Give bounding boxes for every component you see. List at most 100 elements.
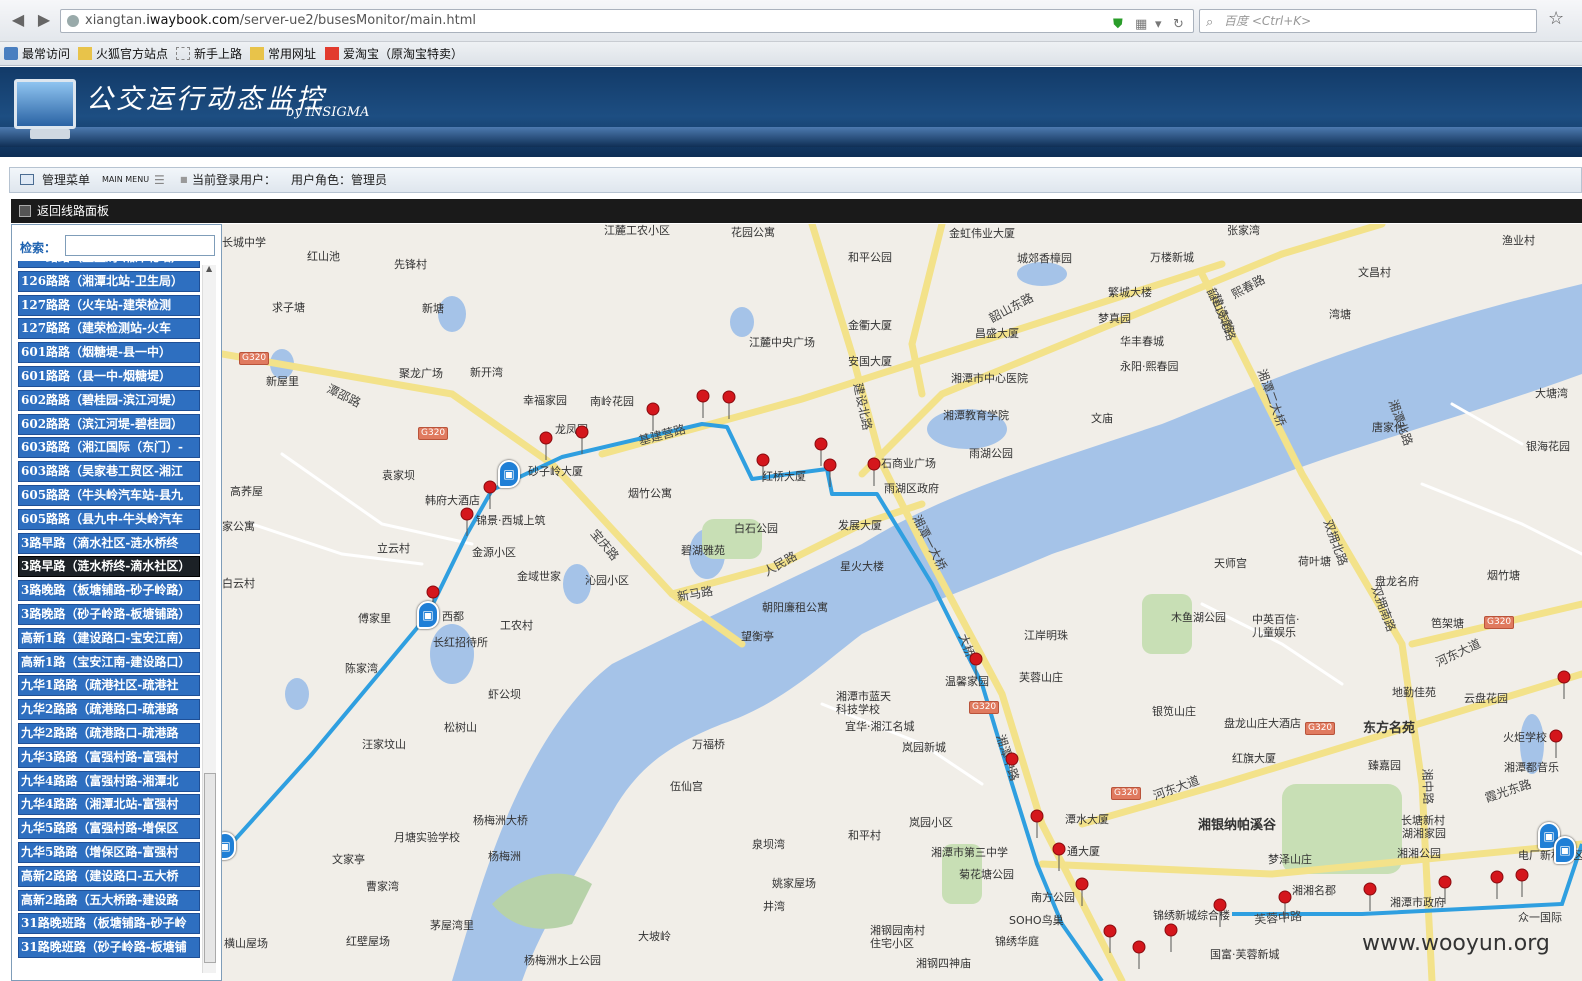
shield-icon[interactable]: ⛊ [1113,14,1123,36]
route-item[interactable]: 九华2路路（疏港路口-疏港路 [18,723,200,744]
route-item[interactable]: 高新1路（宝安江南-建设路口） [18,651,200,673]
place-label: 湘潭市政府 [1390,896,1445,909]
place-label: SOHO鸟巢 [1009,914,1064,927]
route-item[interactable]: 127路路（火车站-建荣检测 [18,294,200,316]
place-label: 大塘湾 [1535,387,1568,400]
route-item[interactable]: 九华2路路（疏港路口-疏港路 [18,699,200,721]
search-label: 检索： [20,241,57,255]
back-to-routes-label[interactable]: 返回线路面板 [37,199,109,223]
route-item[interactable]: 九华4路路（湘潭北站-富强村 [18,794,200,816]
map-canvas[interactable]: 长城中学 江麓工农小区 花园公寓 金虹伟业大厦 张家湾 渔业村 红山池 和平公园… [222,224,1582,981]
route-item[interactable]: 3路早路（滴水社区-涟水桥终 [18,532,200,554]
route-item[interactable]: 九华4路路（富强村路-湘潭北 [18,770,200,792]
route-item[interactable]: 九华5路路（增保区路-富强村 [18,842,200,863]
globe-icon [67,15,79,27]
bookmark-aitaobao[interactable]: 爱淘宝（原淘宝特卖） [325,46,463,62]
menu-icon[interactable] [20,174,34,185]
place-label: 南方公园 [1031,891,1075,904]
route-item[interactable]: 九华5路路（富强村路-增保区 [18,818,200,840]
bookmark-folder-icon [4,47,18,60]
route-item[interactable]: 九华3路路（富强村路-富强村 [18,746,200,768]
route-item[interactable]: 31路晚班路（砂子岭路-板塘铺 [18,937,200,959]
route-list: 126路路（卫生局-湘潭北站） 126路路（湘潭北站-卫生局）127路路（火车站-… [18,261,200,979]
bookmark-firefox-site[interactable]: 火狐官方站点 [78,46,168,62]
bus-location-icon[interactable]: ▣ [1554,836,1576,864]
route-item[interactable]: 3路晚路（砂子岭路-板塘铺路） [18,604,200,625]
route-list-scrollbar[interactable]: ▲ [202,264,216,973]
place-label: 泉坝湾 [752,838,785,851]
route-item[interactable]: 高新2路路（建设路口-五大桥 [18,865,200,887]
scroll-thumb[interactable] [204,773,216,963]
place-label: 中英百信·儿童娱乐 [1252,613,1300,639]
bookmark-common-sites[interactable]: 常用网址 [250,46,316,62]
place-label: 陈家湾 [345,662,378,675]
url-prefix: xiangtan. [85,13,147,28]
bus-location-icon[interactable]: ▣ [417,601,439,629]
bookmarks-bar: 最常访问 火狐官方站点 新手上路 常用网址 爱淘宝（原淘宝特卖） [0,42,1582,66]
list-icon[interactable]: ☰ [154,168,165,192]
place-label: 岚园新城 [902,741,946,754]
route-item[interactable]: 3路早路（涟水桥终-滴水社区） [18,556,200,578]
qrcode-icon[interactable]: ▦ [1135,14,1147,36]
route-item[interactable]: 603路路（湘江国际（东门）- [18,437,200,459]
route-item[interactable]: 高新2路路（五大桥路-建设路 [18,889,200,911]
place-label: 龙凤园 [555,423,588,436]
route-item[interactable]: 九华1路路（疏港社区-疏港社 [18,675,200,697]
place-label: 西都 [442,610,464,623]
place-label: 红山池 [307,250,340,263]
place-label: 月塘实验学校 [394,831,460,844]
place-label: 望衡亭 [741,630,774,643]
place-label: 杨梅洲水上公园 [524,954,601,967]
route-search-input[interactable] [65,235,215,256]
app-subtitle: by INSIGMA [286,105,370,120]
place-label: 湖湘家园 [1402,827,1446,840]
route-item[interactable]: 31路晚班路（板塘铺路-砂子岭 [18,913,200,935]
route-item[interactable]: 3路晚路（板塘铺路-砂子岭路） [18,580,200,602]
place-label: 锦绣华庭 [995,935,1039,948]
back-panel-bar[interactable]: 返回线路面板 [11,199,1582,223]
page-icon [176,47,190,60]
route-item[interactable]: 127路路（建荣检测站-火车 [18,318,200,340]
bookmark-getting-started[interactable]: 新手上路 [176,46,242,62]
place-label: 金衢大厦 [848,319,892,332]
place-label: 星火大楼 [840,560,884,573]
route-item[interactable]: 605路路（县九中-牛头岭汽车 [18,508,200,530]
place-label: 湘湘名郡 [1292,884,1336,897]
route-item[interactable]: 601路路（烟糖堤-县一中） [18,342,200,364]
place-label: 湘潭市蓝天科技学校 [836,690,891,716]
place-label: 潭水大厦 [1065,813,1109,826]
route-item[interactable]: 126路路（湘潭北站-卫生局） [18,270,200,292]
folder-icon [250,47,264,60]
place-label: 湘潭市第三中学 [931,846,1008,859]
forward-arrow-icon[interactable]: ▶ [34,10,54,30]
route-item[interactable]: 126路路（卫生局-湘潭北站） [18,261,200,268]
reload-icon[interactable]: ↻ [1173,14,1184,36]
place-label: 白石公园 [734,522,778,535]
scroll-up-icon[interactable]: ▲ [206,264,212,273]
main-menu-label[interactable]: 管理菜单 [42,168,90,192]
route-item[interactable]: 高新1路（建设路口-宝安江南） [18,627,200,649]
back-arrow-icon[interactable]: ◀ [8,10,28,30]
place-label: 国富·芙蓉新城 [1210,948,1280,961]
place-label: 文昌村 [1358,266,1391,279]
search-input[interactable]: ⌕ 百度 <Ctrl+K> [1199,9,1537,33]
route-item[interactable]: 602路路（滨江河堤-碧桂园） [18,413,200,435]
place-label: 汪家坟山 [362,738,406,751]
place-label: 湘钢四神庙 [916,957,971,970]
place-label: 万福桥 [692,738,725,751]
place-label: 渔业村 [1502,234,1535,247]
taobao-icon [325,47,339,60]
route-item[interactable]: 601路路（县一中-烟糖堤） [18,366,200,387]
bus-location-icon[interactable]: ▣ [498,460,520,488]
place-label: 长城中学 [222,236,266,249]
route-item[interactable]: 603路路（吴家巷工贸区-湘江 [18,461,200,483]
route-item[interactable]: 602路路（碧桂园-滨江河堤） [18,389,200,411]
dropdown-icon[interactable]: ▾ [1155,14,1162,36]
place-label: 通大厦 [1067,845,1100,858]
bookmark-star-icon[interactable]: ☆ [1548,8,1564,29]
address-bar[interactable]: xiangtan.iwaybook.com/server-ue2/busesMo… [60,9,1194,33]
route-item[interactable]: 605路路（牛头岭汽车站-县九 [18,485,200,506]
place-label: 红桥大厦 [762,470,806,483]
place-label: 白云村 [222,577,255,590]
bookmark-most-visited[interactable]: 最常访问 [4,46,70,62]
